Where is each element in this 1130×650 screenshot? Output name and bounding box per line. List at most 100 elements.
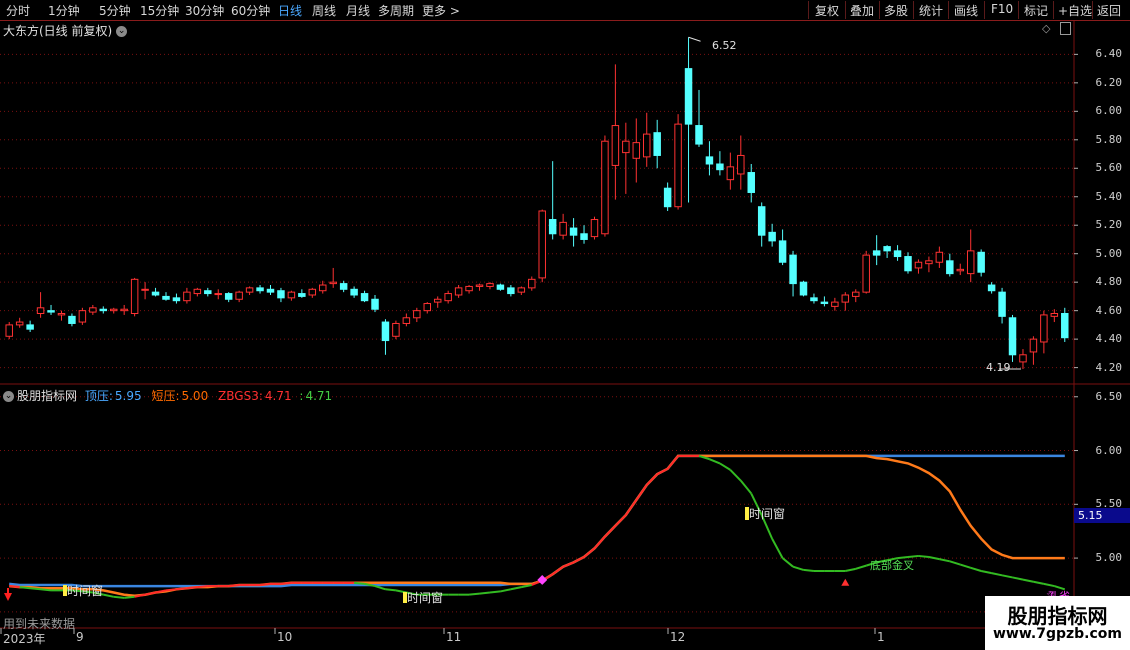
zbgs3-line-segment <box>781 557 794 568</box>
zbgs3-line-segment <box>573 556 585 564</box>
zbgs3-line-segment <box>489 590 501 594</box>
watermark-url: www.7gpzb.com <box>992 626 1122 642</box>
price-tick-label: 5.20 <box>1095 218 1123 232</box>
candle-body-up <box>120 308 128 312</box>
candle-body-down <box>569 227 578 236</box>
chevron-down-icon[interactable]: ⌄ <box>3 391 14 402</box>
candle-body-up <box>862 254 870 293</box>
zbgs3-line-segment <box>729 469 742 482</box>
candle-body-up <box>475 284 484 287</box>
top-pressure-label: 顶压: <box>84 389 113 403</box>
candle-body-up <box>444 293 452 302</box>
candle-body-up <box>622 140 630 154</box>
candle-body-down <box>757 206 766 236</box>
candle-body-up <box>5 324 13 337</box>
candle-body-up <box>78 310 87 323</box>
zbgs3-line-segment <box>646 473 658 486</box>
candle-body-down <box>350 288 358 296</box>
candle-body-up <box>423 303 432 312</box>
site-watermark: 股朋指标网 www.7gpzb.com <box>985 596 1130 650</box>
candle-body-up <box>402 317 411 324</box>
zbgs3-line-segment <box>176 587 187 591</box>
zbgs3-line-segment <box>228 583 240 588</box>
candle-body-down <box>768 231 776 242</box>
candle-body-down <box>172 297 181 302</box>
green-line-value: 4.71 <box>305 389 333 403</box>
date-axis-label: 10 <box>277 630 293 644</box>
kline-chart-canvas[interactable]: ☆ <box>0 0 1130 650</box>
candle-body-down <box>663 187 672 208</box>
candle-body-down <box>266 288 275 293</box>
candle-body-up <box>632 142 641 159</box>
triangle-marker-icon <box>841 578 850 586</box>
date-axis-label: 2023年 <box>3 632 46 646</box>
chevron-down-icon[interactable]: ⌄ <box>116 26 128 37</box>
price-tick-label: 6.20 <box>1095 75 1123 89</box>
zbgs3-line-segment <box>771 538 784 559</box>
price-tick-label: 4.60 <box>1095 303 1123 317</box>
indicator-tick-label: 6.50 <box>1095 389 1123 403</box>
candle-body-down <box>987 284 996 292</box>
zbgs3-line-segment <box>103 593 114 598</box>
zbgs3-line-segment <box>845 567 856 572</box>
candlestick-series <box>5 37 1069 370</box>
candle-body-up <box>433 298 442 303</box>
diamond-icon[interactable]: ◇ <box>1042 22 1050 35</box>
candle-body-up <box>517 287 526 293</box>
candle-body-up <box>601 140 609 235</box>
candle-body-down <box>507 287 515 295</box>
candle-body-down <box>799 281 808 296</box>
date-axis-label: 9 <box>76 630 84 644</box>
candle-body-up <box>1050 313 1059 317</box>
candle-body-up <box>611 125 620 166</box>
price-tick-label: 4.40 <box>1095 332 1123 346</box>
window-icon[interactable] <box>1060 22 1071 35</box>
price-tick-label: 4.20 <box>1095 360 1123 374</box>
zbgs3-line-segment <box>280 581 292 585</box>
candle-body-up <box>141 288 149 291</box>
candle-body-down <box>204 290 212 295</box>
stock-title[interactable]: 大东方(日线 前复权) ⌄ <box>3 22 128 39</box>
indicator-name[interactable]: 股朋指标网 <box>17 389 77 403</box>
candle-body-up <box>590 219 599 238</box>
candle-body-down <box>977 251 985 273</box>
short-pressure-line <box>9 454 1065 597</box>
candle-body-down <box>162 295 170 300</box>
candle-body-down <box>339 283 348 290</box>
indicator-header: ⌄ 股朋指标网 顶压: 5.95 短压: 5.00 ZBGS3: 4.71 :4.71 <box>3 387 332 404</box>
candle-body-down <box>99 308 108 312</box>
zbgs3-line-segment <box>709 458 721 465</box>
high-price-label: 6.52 <box>712 39 737 52</box>
candle-body-up <box>57 313 66 316</box>
zbgs3-line-segment <box>521 583 532 589</box>
candle-body-up <box>214 293 222 296</box>
candle-body-up <box>287 291 296 299</box>
time-window-annotation: 时间窗 <box>63 582 103 599</box>
zbgs3-line-segment <box>593 535 606 550</box>
zbgs3-line-segment <box>113 595 125 599</box>
zbgs3-line-segment <box>165 588 177 592</box>
candle-body-up <box>674 123 682 208</box>
candle-body-down <box>893 250 902 258</box>
candle-body-up <box>89 307 97 313</box>
candle-body-down <box>298 293 306 297</box>
green-line-label: : <box>299 389 304 403</box>
candle-body-up <box>454 287 463 296</box>
candle-body-down <box>883 246 891 252</box>
zbgs3-line-segment <box>635 484 648 501</box>
top-pressure-value: 5.95 <box>114 389 142 403</box>
candle-body-up <box>935 251 944 263</box>
candle-body-up <box>36 307 45 315</box>
zbgs3-line-segment <box>970 566 982 572</box>
zbgs3-line-segment <box>124 595 135 599</box>
candle-body-up <box>528 278 536 289</box>
candle-body-up <box>193 288 202 295</box>
zbgs3-line-segment <box>9 585 20 589</box>
candle-body-down <box>1061 313 1069 339</box>
candle-body-down <box>695 125 703 145</box>
candle-body-up <box>413 310 421 319</box>
candle-body-up <box>841 294 850 303</box>
candle-body-down <box>548 219 557 235</box>
short-pressure-value: 5.00 <box>181 389 209 403</box>
candle-body-up <box>245 287 254 293</box>
